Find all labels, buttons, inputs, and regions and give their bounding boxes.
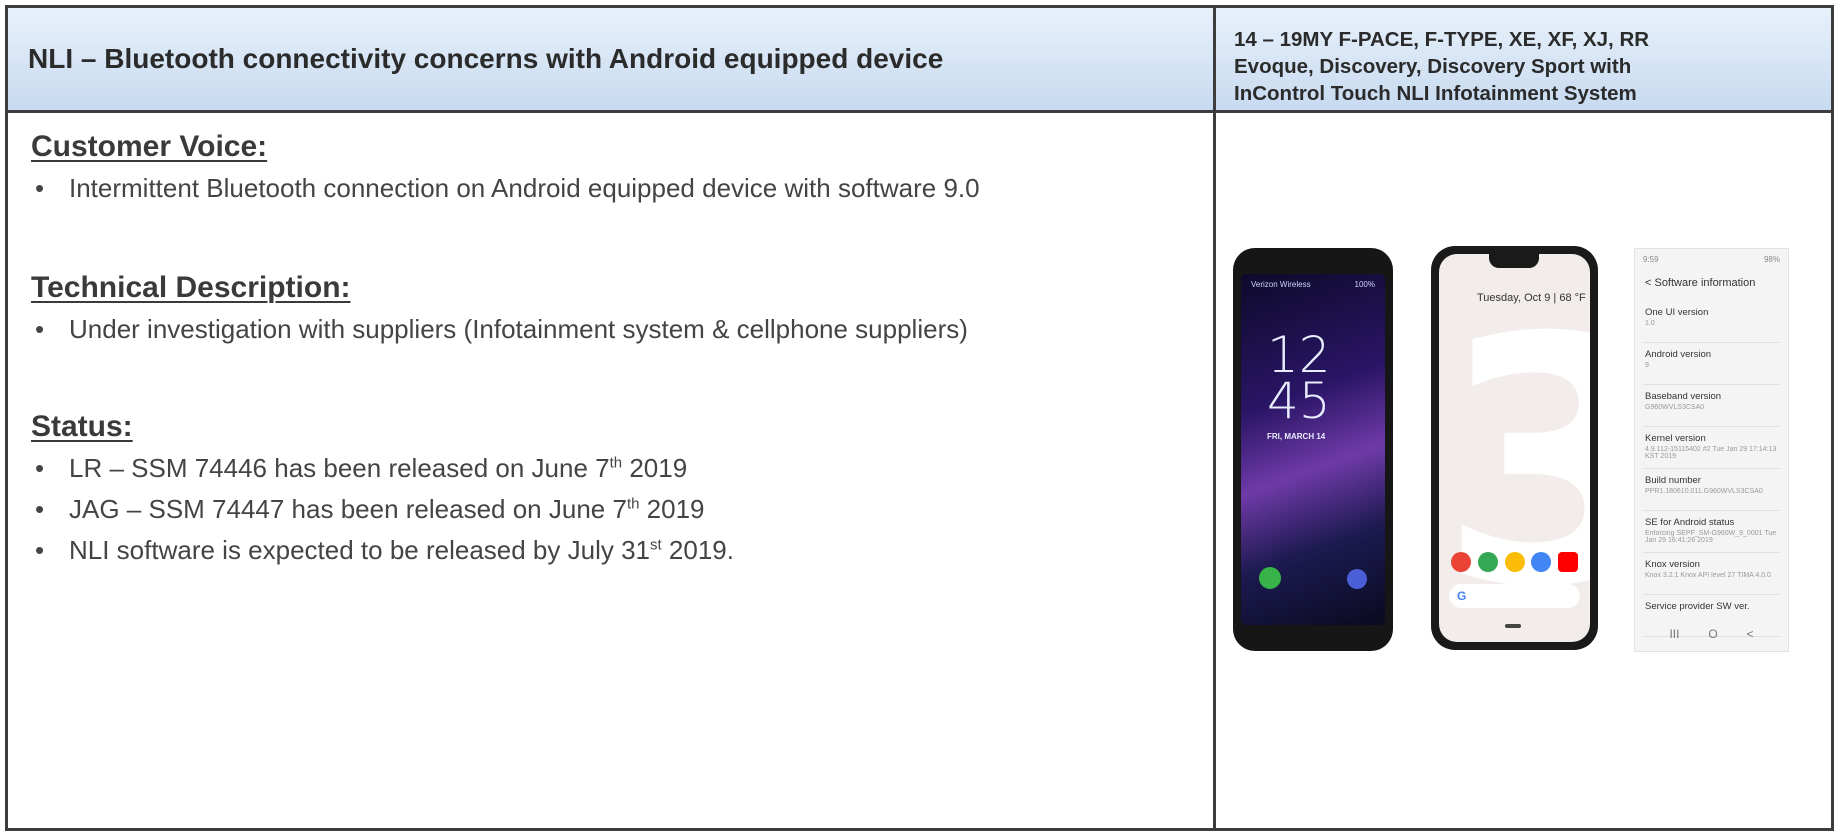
vehicle-models: 14 – 19MY F-PACE, F-TYPE, XE, XF, XJ, RR… bbox=[1234, 26, 1814, 107]
technical-description-text: Under investigation with suppliers (Info… bbox=[69, 314, 968, 344]
list-item: SE for Android status Enforcing SEPF_SM-G… bbox=[1643, 511, 1780, 553]
software-info-list: One UI version 1.0 Android version 9 Baseb… bbox=[1643, 301, 1780, 637]
item-value: 1.0 bbox=[1645, 320, 1655, 327]
bullet-dot: • bbox=[35, 535, 45, 565]
models-line-2: Evoque, Discovery, Discovery Sport with bbox=[1234, 55, 1632, 78]
phone-call-icon bbox=[1259, 567, 1281, 589]
status-bullet-nli: • NLI software is expected to be released… bbox=[35, 535, 734, 566]
status-heading: Status: bbox=[31, 410, 133, 443]
status-lr-year: 2019 bbox=[622, 453, 688, 483]
clock-minutes: 45 bbox=[1267, 372, 1331, 430]
back-icon: < bbox=[1746, 627, 1754, 641]
list-item: Android version 9 bbox=[1643, 343, 1780, 385]
carrier-label: Verizon Wireless bbox=[1251, 280, 1311, 289]
youtube-icon bbox=[1558, 552, 1578, 572]
gmail-icon bbox=[1451, 552, 1471, 572]
phone-screen: Verizon Wireless 100% 12 45 FRI, MARCH 1… bbox=[1241, 274, 1385, 625]
item-value: PPR1.180610.011.G960WVLS3CSA0 bbox=[1645, 488, 1763, 495]
photos-icon bbox=[1504, 552, 1525, 572]
item-value: Enforcing SEPF_SM-G960W_9_0001 Tue Jan 2… bbox=[1645, 530, 1777, 544]
status-nli-text: NLI software is expected to be released … bbox=[69, 535, 650, 565]
models-line-3: InControl Touch NLI Infotainment System bbox=[1234, 82, 1637, 105]
bullet-dot: • bbox=[35, 314, 45, 344]
column-divider bbox=[1213, 8, 1216, 828]
item-value: 4.9.112-15115402 #2 Tue Jan 29 17:14:13 … bbox=[1645, 446, 1777, 460]
phone-image-pixel: 3 Tuesday, Oct 9 | 68 °F G bbox=[1431, 246, 1598, 650]
ordinal-suffix: th bbox=[609, 454, 623, 472]
models-line-1: 14 – 19MY F-PACE, F-TYPE, XE, XF, XJ, RR bbox=[1234, 28, 1650, 51]
maps-icon bbox=[1477, 552, 1498, 572]
status-bar: 9:59 98% bbox=[1643, 255, 1780, 264]
status-time: 9:59 bbox=[1643, 255, 1659, 264]
status-jag-text: JAG – SSM 74447 has been released on Jun… bbox=[69, 494, 627, 524]
list-item: Baseband version G960WVLS3CSA0 bbox=[1643, 385, 1780, 427]
item-title: Service provider SW ver. bbox=[1645, 601, 1750, 612]
bullet-dot: • bbox=[35, 173, 45, 203]
phone-screen: 3 Tuesday, Oct 9 | 68 °F G bbox=[1439, 254, 1590, 642]
wallpaper-numeral: 3 bbox=[1439, 266, 1590, 642]
item-value: Knox 3.2.1 Knox API level 27 TIMA 4.0.0 bbox=[1645, 572, 1771, 579]
phone-image-samsung: Verizon Wireless 100% 12 45 FRI, MARCH 1… bbox=[1233, 248, 1393, 651]
status-bullet-lr: • LR – SSM 74446 has been released on Jun… bbox=[35, 453, 687, 484]
item-title: Knox version bbox=[1645, 559, 1700, 570]
homescreen-date: Tuesday, Oct 9 | 68 °F bbox=[1477, 292, 1586, 304]
item-title: SE for Android status bbox=[1645, 517, 1735, 528]
google-search-bar: G bbox=[1449, 584, 1580, 608]
item-title: Android version bbox=[1645, 349, 1712, 360]
software-info-screenshot: 9:59 98% < Software information One UI v… bbox=[1634, 248, 1789, 652]
list-item: One UI version 1.0 bbox=[1643, 301, 1780, 343]
battery-label: 100% bbox=[1354, 280, 1375, 289]
status-bar: Verizon Wireless 100% bbox=[1251, 280, 1375, 289]
phone-notch bbox=[1489, 254, 1539, 268]
app-dock bbox=[1451, 552, 1578, 572]
list-item: Kernel version 4.9.112-15115402 #2 Tue Ja… bbox=[1643, 427, 1780, 469]
item-value: G960WVLS3CSA0 bbox=[1645, 404, 1705, 411]
lockscreen-clock: 12 45 bbox=[1267, 330, 1331, 430]
home-icon: O bbox=[1708, 627, 1718, 641]
customer-voice-text: Intermittent Bluetooth connection on And… bbox=[69, 173, 980, 203]
item-value: 9 bbox=[1645, 362, 1649, 369]
recents-icon: III bbox=[1669, 627, 1680, 641]
item-title: Kernel version bbox=[1645, 433, 1706, 444]
page-title: NLI – Bluetooth connectivity concerns wi… bbox=[28, 43, 944, 74]
status-nli-year: 2019. bbox=[661, 535, 734, 565]
item-title: Baseband version bbox=[1645, 391, 1722, 402]
bullet-dot: • bbox=[35, 494, 45, 524]
list-item: Build number PPR1.180610.011.G960WVLS3CSA… bbox=[1643, 469, 1780, 511]
android-nav-bar: III O < bbox=[1655, 627, 1768, 641]
google-icon: G bbox=[1457, 589, 1467, 603]
settings-header: < Software information bbox=[1645, 277, 1756, 289]
slide-frame: NLI – Bluetooth connectivity concerns wi… bbox=[5, 5, 1834, 831]
bullet-dot: • bbox=[35, 453, 45, 483]
technical-description-heading: Technical Description: bbox=[31, 271, 351, 304]
customer-voice-heading: Customer Voice: bbox=[31, 130, 268, 163]
battery-label: 98% bbox=[1763, 255, 1780, 264]
list-item: Knox version Knox 3.2.1 Knox API level 27… bbox=[1643, 553, 1780, 595]
customer-voice-bullet: • Intermittent Bluetooth connection on An… bbox=[35, 173, 980, 204]
lockscreen-date: FRI, MARCH 14 bbox=[1267, 432, 1326, 441]
item-title: One UI version bbox=[1645, 307, 1709, 318]
header-bar: NLI – Bluetooth connectivity concerns wi… bbox=[8, 8, 1831, 113]
status-jag-year: 2019 bbox=[639, 494, 705, 524]
technical-description-bullet: • Under investigation with suppliers (Inf… bbox=[35, 314, 968, 345]
home-indicator bbox=[1505, 624, 1521, 628]
camera-icon bbox=[1347, 569, 1367, 589]
chrome-icon bbox=[1531, 552, 1552, 572]
ordinal-suffix: th bbox=[626, 495, 640, 513]
status-lr-text: LR – SSM 74446 has been released on June… bbox=[69, 453, 610, 483]
item-title: Build number bbox=[1645, 475, 1701, 486]
ordinal-suffix: st bbox=[650, 536, 662, 554]
status-bullet-jag: • JAG – SSM 74447 has been released on Ju… bbox=[35, 494, 705, 525]
